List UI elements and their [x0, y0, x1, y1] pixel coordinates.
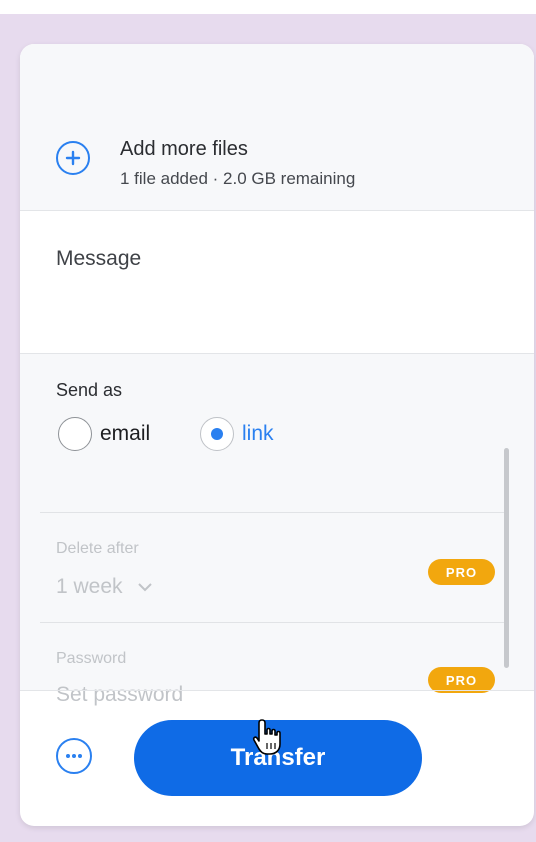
divider: [40, 512, 506, 513]
radio-link-label[interactable]: link: [242, 422, 274, 446]
files-section: Add more files 1 file added · 2.0 GB rem…: [20, 44, 534, 211]
files-status: 1 file added · 2.0 GB remaining: [120, 169, 356, 188]
settings-section: Send as email link Delete after 1 week P…: [20, 354, 534, 706]
more-options-button[interactable]: [56, 738, 92, 774]
divider: [40, 622, 506, 623]
scrollbar-thumb[interactable]: [504, 448, 509, 668]
radio-email[interactable]: [58, 417, 92, 451]
message-section: [20, 211, 534, 354]
chevron-down-icon: [138, 583, 153, 592]
transfer-panel: Add more files 1 file added · 2.0 GB rem…: [20, 44, 534, 826]
transfer-button[interactable]: Transfer: [134, 720, 422, 796]
send-as-label: Send as: [56, 380, 123, 400]
message-input[interactable]: [56, 247, 496, 337]
add-files-button[interactable]: [56, 141, 90, 175]
radio-selected-dot: [211, 428, 223, 440]
delete-after-select[interactable]: 1 week: [56, 575, 153, 599]
radio-link[interactable]: [200, 417, 234, 451]
password-label: Password: [56, 650, 127, 667]
plus-icon: [65, 150, 81, 166]
divider: [20, 690, 534, 691]
pro-badge-delete: PRO: [428, 559, 495, 585]
ellipsis-icon: [66, 754, 82, 758]
add-files-title[interactable]: Add more files: [120, 138, 248, 161]
password-input[interactable]: Set password: [56, 683, 183, 707]
top-backdrop: [0, 0, 536, 14]
delete-after-label: Delete after: [56, 540, 139, 557]
delete-after-value: 1 week: [56, 575, 123, 598]
radio-email-label[interactable]: email: [100, 422, 150, 446]
